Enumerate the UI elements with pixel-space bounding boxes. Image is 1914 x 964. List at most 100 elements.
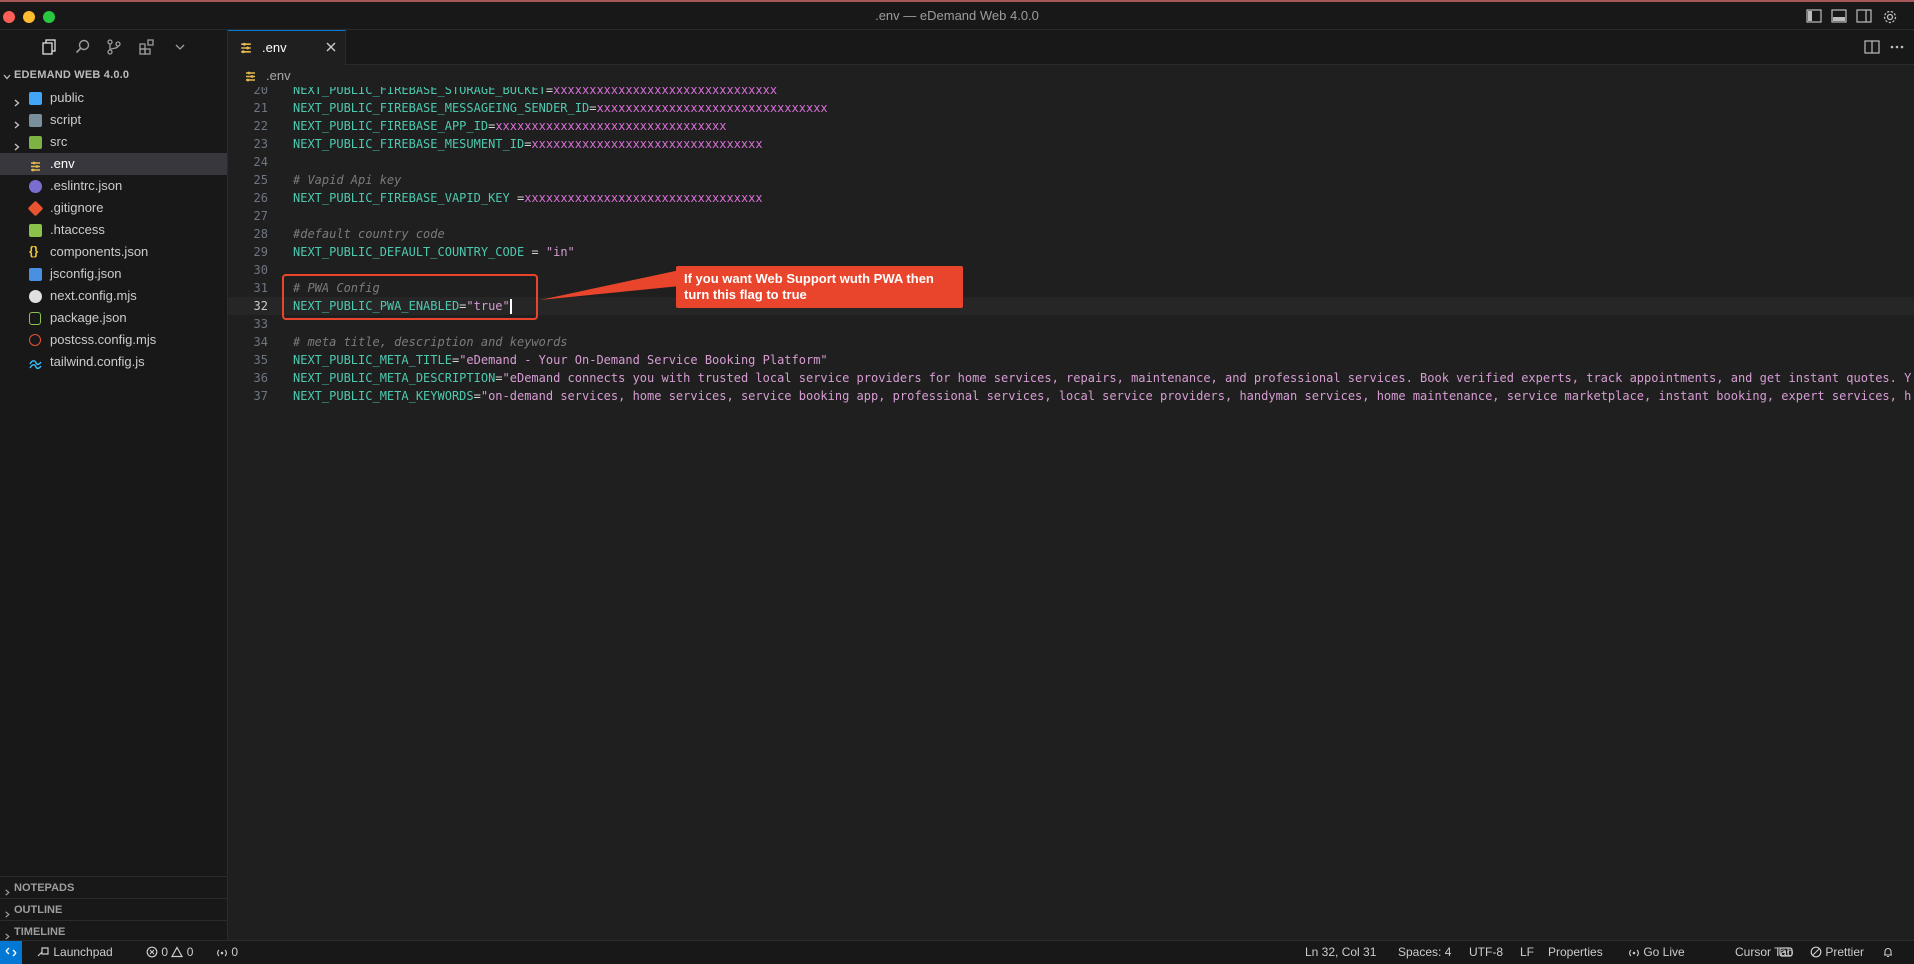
cursor-position[interactable]: Ln 32, Col 31 <box>1305 945 1376 959</box>
activity-bar <box>0 30 228 64</box>
launchpad-label: Launchpad <box>53 945 113 959</box>
tree-item-gitignore[interactable]: .gitignore <box>0 197 227 219</box>
indentation[interactable]: Spaces: 4 <box>1398 945 1451 959</box>
settings-file-icon <box>244 70 257 83</box>
tree-item-label: .gitignore <box>50 200 104 215</box>
tree-item-jsconfig[interactable]: jsconfig.json <box>0 263 227 285</box>
code-line[interactable]: 34 # meta title, description and keywords <box>228 333 1914 351</box>
code-line[interactable]: 22 NEXT_PUBLIC_FIREBASE_APP_ID=xxxxxxxxxx… <box>228 117 1914 135</box>
go-live-button[interactable]: Go Live <box>1628 945 1685 959</box>
toggle-sidebar-icon[interactable] <box>1806 9 1822 23</box>
tab-label: .env <box>262 40 287 55</box>
go-live-label: Go Live <box>1643 945 1685 959</box>
language-mode[interactable]: Properties <box>1548 945 1603 959</box>
line-number: 37 <box>253 389 268 403</box>
panel-notepads[interactable]: NOTEPADS <box>0 876 227 899</box>
tree-item-components-json[interactable]: {} components.json <box>0 241 227 263</box>
git-file-icon <box>27 200 44 217</box>
tree-item-label: postcss.config.mjs <box>50 332 157 347</box>
code-line[interactable]: 37 NEXT_PUBLIC_META_KEYWORDS="on-demand s… <box>228 387 1914 405</box>
panel-outline[interactable]: OUTLINE <box>0 898 227 921</box>
remote-indicator-button[interactable] <box>0 941 22 964</box>
more-actions-icon[interactable] <box>1889 40 1905 54</box>
toggle-panel-icon[interactable] <box>1831 9 1847 23</box>
code-line[interactable]: 21 NEXT_PUBLIC_FIREBASE_MESSAGEING_SENDER… <box>228 99 1914 117</box>
ports-count: 0 <box>231 945 239 959</box>
code-line[interactable]: 25 # Vapid Api key <box>228 171 1914 189</box>
code-comment: # Vapid Api key <box>293 173 402 187</box>
code-value: "eDemand connects you with trusted local… <box>502 371 1912 385</box>
settings-file-icon <box>29 158 42 172</box>
line-number: 28 <box>253 227 268 241</box>
code-line[interactable]: 29 NEXT_PUBLIC_DEFAULT_COUNTRY_CODE = "in… <box>228 243 1914 261</box>
files-icon[interactable] <box>41 38 59 56</box>
launchpad-item[interactable]: Launchpad <box>36 945 113 959</box>
tree-item-env[interactable]: .env <box>0 153 227 175</box>
tab-env[interactable]: .env <box>228 30 346 65</box>
tree-item-public[interactable]: public <box>0 87 227 109</box>
extensions-icon[interactable] <box>138 38 156 56</box>
tree-item-src[interactable]: src <box>0 131 227 153</box>
code-line[interactable]: 27 <box>228 207 1914 225</box>
tree-item-htaccess[interactable]: .htaccess <box>0 219 227 241</box>
annotation-callout: If you want Web Support wuth PWA then tu… <box>676 266 963 308</box>
code-line[interactable]: 24 <box>228 153 1914 171</box>
ports-item[interactable]: 0 <box>216 945 238 959</box>
code-line[interactable]: 35 NEXT_PUBLIC_META_TITLE="eDemand - Your… <box>228 351 1914 369</box>
config-file-icon <box>29 224 42 237</box>
eslint-file-icon <box>29 180 42 193</box>
close-icon[interactable] <box>325 41 337 53</box>
account-icon[interactable] <box>1779 945 1793 959</box>
tree-item-tailwind-config[interactable]: tailwind.config.js <box>0 351 227 373</box>
code-value: xxxxxxxxxxxxxxxxxxxxxxxxxxxxxxxxx <box>524 191 763 205</box>
gear-icon[interactable] <box>1882 9 1898 24</box>
split-editor-icon[interactable] <box>1864 40 1880 54</box>
chevron-down-icon[interactable] <box>171 38 189 56</box>
tree-item-script[interactable]: script <box>0 109 227 131</box>
tree-item-package-json[interactable]: package.json <box>0 307 227 329</box>
toggle-secondary-sidebar-icon[interactable] <box>1856 9 1872 23</box>
line-number: 21 <box>253 101 268 115</box>
code-value: xxxxxxxxxxxxxxxxxxxxxxxxxxxxxxxx <box>596 101 828 115</box>
breadcrumb: .env <box>228 65 1914 87</box>
warning-count: 0 <box>186 945 194 959</box>
json-file-icon: {} <box>29 244 39 258</box>
chevron-right-icon <box>12 115 22 129</box>
code-text: #default country code <box>293 225 445 243</box>
chevron-down-icon[interactable] <box>2 70 12 80</box>
tree-item-eslintrc[interactable]: .eslintrc.json <box>0 175 227 197</box>
chevron-right-icon <box>3 905 12 918</box>
line-number: 22 <box>253 119 268 133</box>
tree-item-postcss-config[interactable]: postcss.config.mjs <box>0 329 227 351</box>
line-number: 20 <box>253 87 268 97</box>
breadcrumb-item[interactable]: .env <box>266 68 291 83</box>
code-line[interactable]: 23 NEXT_PUBLIC_FIREBASE_MESUMENT_ID=xxxxx… <box>228 135 1914 153</box>
tree-item-next-config[interactable]: next.config.mjs <box>0 285 227 307</box>
code-line[interactable]: 28 #default country code <box>228 225 1914 243</box>
code-line[interactable]: 36 NEXT_PUBLIC_META_DESCRIPTION="eDemand … <box>228 369 1914 387</box>
tree-item-label: script <box>50 112 82 127</box>
status-bar: Launchpad 0 0 0 Ln 32, Col 31 Spaces: 4 … <box>0 940 1914 964</box>
code-editor[interactable]: 20 NEXT_PUBLIC_FIREBASE_STORAGE_BUCKET=xx… <box>228 87 1914 940</box>
line-number: 23 <box>253 137 268 151</box>
problems-item[interactable]: 0 0 <box>146 945 193 959</box>
line-number: 34 <box>253 335 268 349</box>
code-text: NEXT_PUBLIC_META_KEYWORDS="on-demand ser… <box>293 387 1911 405</box>
explorer-title[interactable]: EDEMAND WEB 4.0.0 <box>14 69 129 81</box>
code-text: NEXT_PUBLIC_FIREBASE_MESSAGEING_SENDER_I… <box>293 99 828 117</box>
editor-tab-bar: .env <box>228 30 1914 65</box>
bell-icon[interactable] <box>1882 945 1894 959</box>
tree-item-label: .eslintrc.json <box>50 178 123 193</box>
prettier-label: Prettier <box>1825 945 1865 959</box>
encoding[interactable]: UTF-8 <box>1469 945 1503 959</box>
search-icon[interactable] <box>74 38 92 56</box>
prettier-check-icon <box>1810 945 1822 959</box>
source-control-icon[interactable] <box>105 38 123 56</box>
end-of-line[interactable]: LF <box>1520 945 1534 959</box>
prettier-item[interactable]: Prettier <box>1810 945 1864 959</box>
code-line[interactable]: 26 NEXT_PUBLIC_FIREBASE_VAPID_KEY =xxxxxx… <box>228 189 1914 207</box>
code-key: NEXT_PUBLIC_FIREBASE_MESUMENT_ID <box>293 137 525 151</box>
annotation-highlight-box <box>282 274 538 320</box>
code-line[interactable]: 20 NEXT_PUBLIC_FIREBASE_STORAGE_BUCKET=xx… <box>228 87 1914 99</box>
panel-label: NOTEPADS <box>14 882 75 894</box>
